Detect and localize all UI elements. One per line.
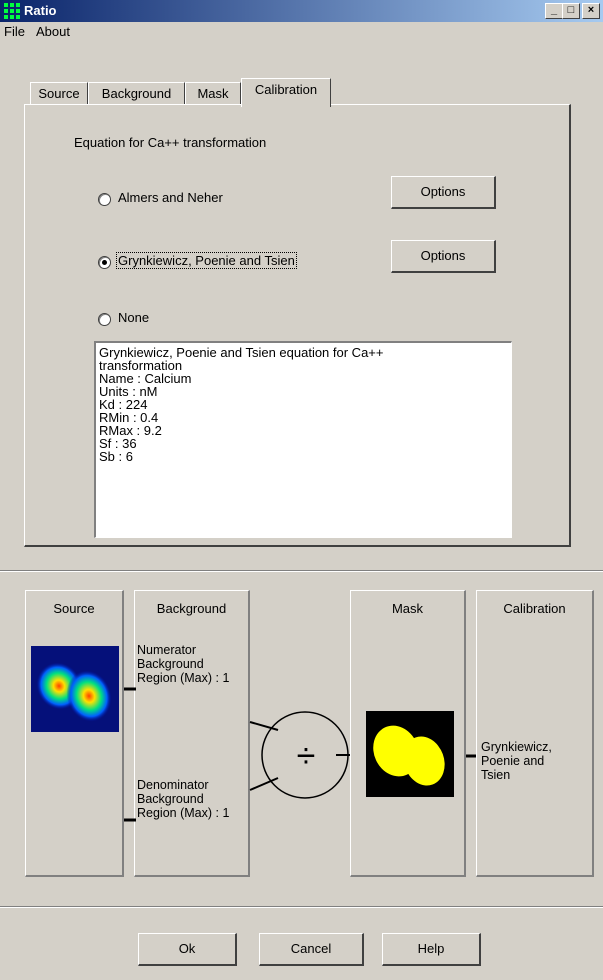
menu-file[interactable]: File	[4, 24, 25, 39]
grynkiewicz-options-button[interactable]: Options	[391, 240, 496, 273]
radio-grynkiewicz[interactable]	[98, 256, 111, 269]
tab-background[interactable]: Background	[88, 82, 185, 105]
close-button[interactable]: ×	[582, 3, 600, 19]
maximize-icon: □	[567, 4, 575, 16]
cancel-button[interactable]: Cancel	[259, 933, 364, 966]
divide-icon: ÷	[296, 737, 316, 775]
source-panel-title: Source	[53, 601, 95, 616]
mask-panel-title: Mask	[391, 601, 424, 616]
radio-almers-neher[interactable]	[98, 193, 111, 206]
app-icon	[4, 3, 20, 19]
menu-bar: File About	[0, 22, 603, 42]
minimize-button[interactable]: _	[545, 3, 563, 19]
title-bar: Ratio _ □ ×	[0, 0, 603, 22]
tab-source[interactable]: Source	[30, 82, 88, 105]
calibration-summary-panel[interactable]: Calibration Grynkiewicz, Poenie and Tsie…	[476, 590, 594, 877]
tab-calibration[interactable]: Calibration	[241, 78, 331, 107]
source-panel[interactable]: Source	[25, 590, 124, 877]
source-thumbnail	[31, 646, 119, 732]
minimize-icon: _	[550, 4, 558, 16]
window-title: Ratio	[24, 3, 57, 18]
divider	[0, 570, 603, 572]
maximize-button[interactable]: □	[562, 3, 580, 19]
menu-about[interactable]: About	[36, 24, 70, 39]
option-none-label[interactable]: None	[118, 310, 149, 325]
radio-none[interactable]	[98, 313, 111, 326]
tab-mask[interactable]: Mask	[185, 82, 241, 105]
mask-panel[interactable]: Mask	[350, 590, 466, 877]
calibration-panel-title: Calibration	[503, 601, 566, 616]
ok-button[interactable]: Ok	[138, 933, 237, 966]
equation-details-textbox[interactable]: Grynkiewicz, Poenie and Tsien equation f…	[94, 341, 512, 538]
help-button[interactable]: Help	[382, 933, 481, 966]
almers-neher-options-button[interactable]: Options	[391, 176, 496, 209]
equation-heading: Equation for Ca++ transformation	[74, 135, 267, 150]
calibration-summary-text: Grynkiewicz, Poenie and Tsien	[481, 740, 552, 782]
mask-thumbnail	[366, 711, 454, 797]
bottom-divider	[0, 906, 603, 908]
option-grynkiewicz-label[interactable]: Grynkiewicz, Poenie and Tsien	[116, 252, 297, 269]
option-almers-neher-label[interactable]: Almers and Neher	[118, 190, 223, 205]
close-icon: ×	[587, 4, 595, 16]
